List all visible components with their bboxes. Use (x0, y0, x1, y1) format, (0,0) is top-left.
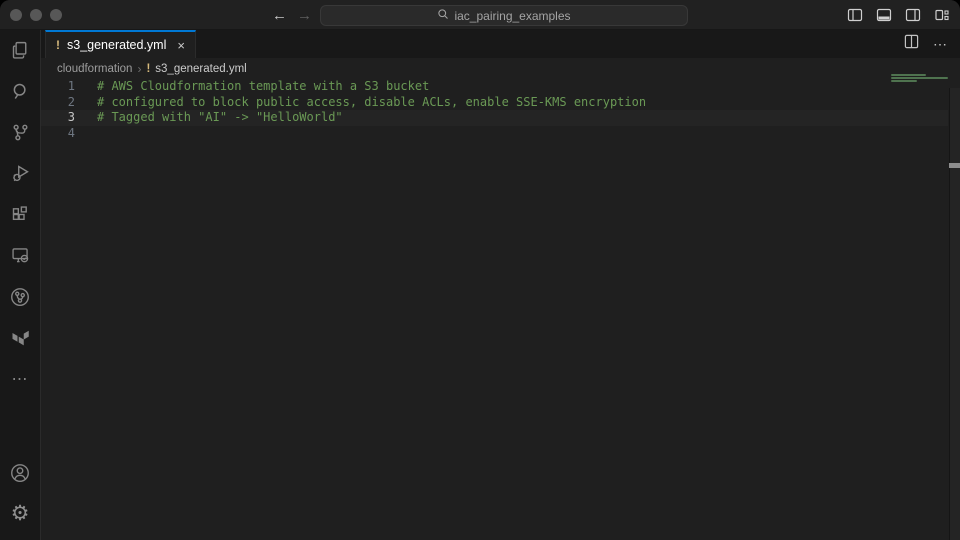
close-button[interactable] (10, 9, 22, 21)
scrollbar-overview-ruler[interactable] (949, 88, 960, 540)
command-center[interactable]: iac_pairing_examples (320, 5, 688, 26)
source-control-icon[interactable] (0, 112, 41, 153)
back-icon[interactable]: ← (272, 7, 287, 24)
activity-bar: ⋯ ⚙ (0, 30, 41, 540)
file-warning-indicator: ! (56, 38, 60, 52)
line-text: # AWS Cloudformation template with a S3 … (97, 79, 429, 95)
code-line[interactable]: 1 # AWS Cloudformation template with a S… (41, 79, 948, 95)
extensions-icon[interactable] (0, 194, 41, 235)
minimap[interactable] (891, 74, 948, 90)
minimize-button[interactable] (30, 9, 42, 21)
search-icon (437, 8, 449, 23)
run-debug-icon[interactable] (0, 153, 41, 194)
code-area[interactable]: 1 # AWS Cloudformation template with a S… (41, 79, 948, 141)
breadcrumb-folder[interactable]: cloudformation (57, 63, 132, 75)
accounts-icon[interactable] (0, 452, 41, 493)
terraform-icon[interactable] (0, 317, 41, 358)
toggle-secondary-sidebar-icon[interactable] (905, 7, 921, 23)
editor-group: ! s3_generated.yml × ⋯ cloudformation › … (41, 30, 960, 540)
git-graph-icon[interactable] (0, 276, 41, 317)
split-editor-icon[interactable] (904, 34, 919, 54)
breadcrumb-file[interactable]: s3_generated.yml (155, 63, 246, 75)
title-bar: ← → iac_pairing_examples (0, 0, 960, 30)
vscode-window: ← → iac_pairing_examples (0, 0, 960, 540)
code-line[interactable]: 4 (41, 126, 948, 142)
breadcrumb-warning-indicator: ! (146, 63, 150, 75)
search-sidebar-icon[interactable] (0, 71, 41, 112)
line-number: 3 (41, 110, 97, 126)
remote-explorer-icon[interactable] (0, 235, 41, 276)
chevron-right-icon: › (137, 62, 141, 76)
explorer-icon[interactable] (0, 30, 41, 71)
tab-label: s3_generated.yml (67, 38, 166, 52)
toggle-primary-sidebar-icon[interactable] (847, 7, 863, 23)
forward-icon[interactable]: → (297, 7, 312, 24)
line-number: 1 (41, 79, 97, 95)
line-text: # configured to block public access, dis… (97, 95, 646, 111)
code-line[interactable]: 2 # configured to block public access, d… (41, 95, 948, 111)
breadcrumb: cloudformation › ! s3_generated.yml (41, 58, 960, 79)
window-controls (10, 9, 62, 21)
settings-gear-icon[interactable]: ⚙ (0, 493, 41, 534)
line-number: 4 (41, 126, 97, 142)
editor-group-actions: ⋯ (904, 30, 948, 58)
layout-controls (847, 0, 950, 30)
close-tab-icon[interactable]: × (177, 38, 185, 53)
line-number: 2 (41, 95, 97, 111)
more-actions-icon[interactable]: ⋯ (933, 36, 948, 53)
more-views-icon[interactable]: ⋯ (0, 358, 41, 399)
code-line-active[interactable]: 3 # Tagged with "AI" -> "HelloWorld" (41, 110, 948, 126)
cursor-position-marker (949, 163, 960, 168)
zoom-button[interactable] (50, 9, 62, 21)
tab-s3-generated-yml[interactable]: ! s3_generated.yml × (45, 30, 196, 58)
customize-layout-icon[interactable] (934, 7, 950, 23)
toggle-panel-icon[interactable] (876, 7, 892, 23)
command-center-label: iac_pairing_examples (454, 9, 570, 23)
tab-bar: ! s3_generated.yml × ⋯ (41, 30, 960, 58)
history-nav: ← → (272, 0, 312, 30)
line-text: # Tagged with "AI" -> "HelloWorld" (97, 110, 343, 126)
